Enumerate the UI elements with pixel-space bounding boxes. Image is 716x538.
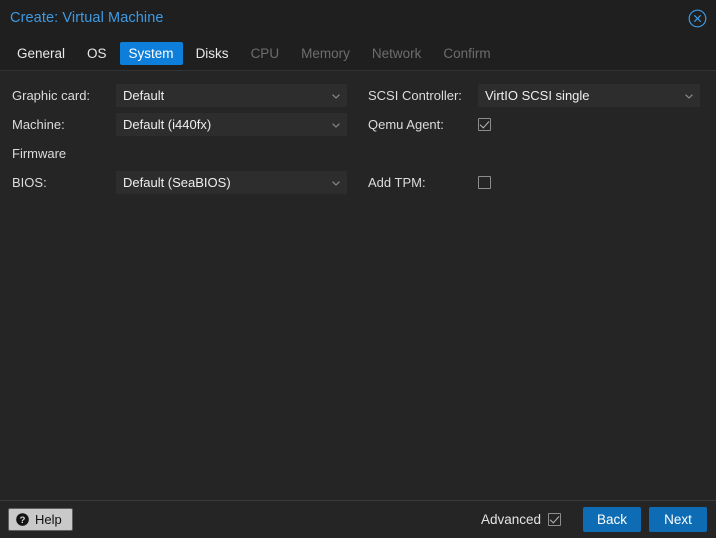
add-tpm-checkbox[interactable] (478, 176, 491, 189)
bios-select[interactable]: Default (SeaBIOS) (116, 171, 347, 194)
system-settings-panel: Graphic card: Default Machine: Default (… (0, 71, 716, 500)
chevron-down-icon (332, 180, 340, 186)
close-icon[interactable] (688, 9, 707, 28)
chevron-down-icon (332, 122, 340, 128)
machine-value: Default (i440fx) (123, 117, 212, 132)
tab-cpu: CPU (250, 45, 280, 61)
form-column-left: Graphic card: Default Machine: Default (… (12, 81, 350, 197)
scsi-controller-label: SCSI Controller: (368, 88, 462, 103)
qemu-agent-checkbox[interactable] (478, 118, 491, 131)
machine-label: Machine: (12, 117, 65, 132)
field-machine: Machine: Default (i440fx) (12, 110, 350, 139)
chevron-down-icon (685, 93, 693, 99)
back-button[interactable]: Back (583, 507, 641, 532)
add-tpm-label: Add TPM: (368, 175, 426, 190)
bios-value: Default (SeaBIOS) (123, 175, 231, 190)
scsi-controller-select[interactable]: VirtIO SCSI single (478, 84, 700, 107)
next-button[interactable]: Next (649, 507, 707, 532)
field-graphic-card: Graphic card: Default (12, 81, 350, 110)
bios-label: BIOS: (12, 175, 47, 190)
tab-memory: Memory (301, 45, 350, 61)
right-column-spacer (368, 139, 700, 168)
tab-os[interactable]: OS (78, 42, 116, 65)
dialog-title: Create: Virtual Machine (10, 10, 164, 26)
qemu-agent-label: Qemu Agent: (368, 117, 444, 132)
svg-text:?: ? (20, 515, 26, 526)
tab-network: Network (371, 45, 422, 61)
graphic-card-label: Graphic card: (12, 88, 91, 103)
tab-general[interactable]: General (8, 42, 74, 65)
graphic-card-select[interactable]: Default (116, 84, 347, 107)
field-add-tpm: Add TPM: (368, 168, 700, 197)
help-button-label: Help (35, 512, 62, 527)
advanced-checkbox[interactable] (548, 513, 561, 526)
field-qemu-agent: Qemu Agent: (368, 110, 700, 139)
tab-system[interactable]: System (119, 41, 183, 65)
firmware-section-header: Firmware (12, 139, 350, 168)
footer-actions: Advanced Back Next (481, 507, 707, 532)
dialog-footer: ? Help Advanced Back Next (0, 500, 716, 538)
dialog-titlebar: Create: Virtual Machine (0, 0, 716, 36)
field-scsi-controller: SCSI Controller: VirtIO SCSI single (368, 81, 700, 110)
advanced-label: Advanced (480, 512, 541, 527)
question-mark-circle-icon: ? (16, 513, 29, 526)
chevron-down-icon (332, 93, 340, 99)
field-bios: BIOS: Default (SeaBIOS) (12, 168, 350, 197)
wizard-tabbar: General OS System Disks CPU Memory Netwo… (0, 36, 716, 71)
graphic-card-value: Default (123, 88, 165, 103)
scsi-controller-value: VirtIO SCSI single (485, 88, 590, 103)
firmware-section-label: Firmware (12, 146, 67, 161)
machine-select[interactable]: Default (i440fx) (116, 113, 347, 136)
help-button[interactable]: ? Help (8, 508, 73, 531)
form-column-right: SCSI Controller: VirtIO SCSI single Qemu… (368, 81, 700, 197)
create-vm-dialog: Create: Virtual Machine General OS Syste… (0, 0, 716, 538)
tab-disks[interactable]: Disks (187, 42, 238, 65)
tab-confirm: Confirm (443, 45, 491, 61)
